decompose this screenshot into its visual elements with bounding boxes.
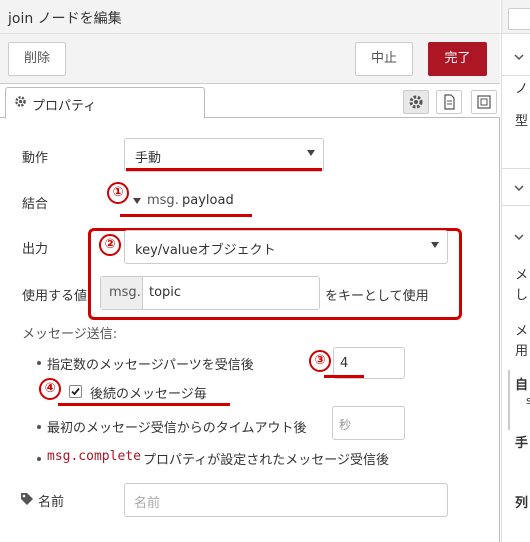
annotation-underline-each: [58, 403, 230, 406]
complete-prefix: msg.complete: [47, 449, 141, 464]
annotation-underline-count: [324, 375, 364, 378]
combine-label: 結合: [22, 197, 49, 212]
frame-icon: [477, 95, 491, 109]
list-bullet: [37, 457, 41, 461]
count-input-value: 4: [340, 356, 349, 371]
chevron-down-icon: [514, 185, 524, 192]
mode-label: 動作: [22, 151, 49, 166]
dialog-titlebar: join ノードを編集: [0, 0, 500, 34]
chevron-down-icon: [514, 234, 524, 241]
tab-properties-label: プロパティ: [32, 99, 97, 114]
key-label: 使用する値: [22, 289, 88, 304]
sidebar-section-toggle-3[interactable]: [502, 218, 530, 256]
complete-label: プロパティが設定されたメッセージ受信後: [143, 453, 389, 468]
sidebar-tab[interactable]: [508, 8, 530, 30]
checkmark-icon: [71, 387, 80, 396]
properties-form: 動作 手動 結合 ① msg. payload ② 出力 key/valueオブ…: [0, 118, 500, 542]
list-bullet: [37, 425, 41, 429]
sidebar-section-toggle-2[interactable]: [502, 168, 530, 206]
mode-select[interactable]: 手動: [124, 138, 324, 172]
combine-prefix: msg.: [147, 193, 179, 208]
sidebar-text: し: [515, 288, 529, 303]
output-select[interactable]: key/valueオブジェクト: [124, 230, 448, 264]
sidebar-section-toggle[interactable]: [502, 38, 530, 76]
send-heading: メッセージ送信:: [22, 327, 118, 342]
dialog-button-row: 削除 中止 完了: [0, 34, 500, 84]
sidebar-text: 自: [515, 378, 529, 393]
dialog-title: join ノードを編集: [8, 11, 122, 27]
name-label: 名前: [38, 495, 65, 510]
key-suffix-text: をキーとして使用: [325, 289, 429, 304]
each-message-label: 後続のメッセージ毎: [90, 387, 207, 402]
done-button[interactable]: 完了: [428, 42, 487, 76]
key-prefix: msg.: [109, 285, 141, 300]
key-input-value: topic: [149, 285, 182, 300]
cancel-button[interactable]: 中止: [355, 42, 413, 76]
timeout-label: 最初のメッセージ受信からのタイムアウト後: [47, 421, 307, 436]
tab-properties[interactable]: プロパティ: [5, 87, 205, 119]
timeout-input[interactable]: 秒: [332, 406, 405, 440]
sidebar-text: 用: [515, 344, 529, 359]
type-dropdown-icon[interactable]: [133, 198, 141, 204]
key-input[interactable]: msg. topic: [100, 276, 320, 310]
timeout-placeholder: 秒: [339, 418, 352, 432]
description-tab-button[interactable]: [436, 90, 462, 114]
edit-panel: join ノードを編集 削除 中止 完了 プロパティ 動作 手動 結合 ① ms…: [0, 0, 500, 542]
chevron-down-icon: [431, 242, 439, 248]
document-icon: [444, 94, 455, 110]
sidebar-text: ノ: [515, 82, 529, 97]
tag-icon: [21, 493, 33, 505]
sidebar-scrollbar[interactable]: [508, 370, 510, 430]
appearance-tab-button[interactable]: [471, 90, 497, 114]
annotation-marker-3: ③: [309, 350, 331, 372]
sidebar-text: メ: [515, 268, 529, 283]
gear-icon: [15, 96, 26, 107]
delete-button[interactable]: 削除: [8, 42, 66, 76]
annotation-underline-mode: [126, 168, 322, 171]
name-placeholder: 名前: [134, 496, 161, 511]
chevron-down-icon: [514, 54, 524, 61]
output-select-value: key/valueオブジェクト: [135, 243, 276, 258]
mode-select-value: 手動: [135, 151, 162, 166]
count-label: 指定数のメッセージパーツを受信後: [47, 358, 254, 373]
annotation-marker-4: ④: [39, 378, 61, 400]
sidebar-text: メ: [515, 324, 529, 339]
sidebar-text: s: [526, 394, 530, 407]
list-bullet: [37, 361, 41, 365]
combine-field-value[interactable]: payload: [182, 193, 234, 208]
annotation-marker-1: ①: [107, 182, 129, 204]
name-input[interactable]: 名前: [124, 483, 448, 517]
gear-icon: [409, 95, 423, 109]
each-message-checkbox[interactable]: [69, 385, 82, 398]
output-label: 出力: [22, 242, 49, 257]
sidebar-text: 手: [515, 436, 529, 451]
annotation-marker-2: ②: [99, 234, 121, 256]
settings-tab-button[interactable]: [403, 90, 429, 114]
sidebar-text: 列: [515, 496, 529, 511]
key-prefix-box: msg.: [101, 277, 143, 309]
chevron-down-icon: [307, 150, 315, 156]
annotation-underline-combine: [120, 214, 252, 217]
sidebar-text: 型: [515, 114, 529, 129]
